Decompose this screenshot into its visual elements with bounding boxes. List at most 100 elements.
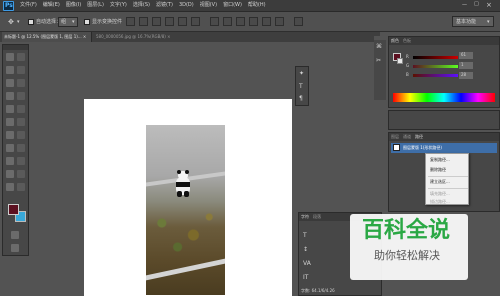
move-tool-icon[interactable]: ✥ <box>8 19 14 26</box>
menu-3d[interactable]: 3D(D) <box>179 3 194 8</box>
tab-channels[interactable]: 通道 <box>403 135 411 139</box>
brush-tool-icon[interactable] <box>17 92 25 100</box>
panel-bg-swatch[interactable] <box>397 58 403 64</box>
chevron-down-icon[interactable]: ▾ <box>17 20 20 25</box>
quick-mask-icon[interactable] <box>11 231 19 239</box>
menu-select[interactable]: 选择(S) <box>133 3 150 8</box>
minimize-button[interactable]: — <box>462 3 467 8</box>
menu-type[interactable]: 文字(Y) <box>110 3 127 8</box>
menu-layer[interactable]: 图层(L) <box>87 3 104 8</box>
tab-color[interactable]: 颜色 <box>391 39 399 43</box>
ps-logo[interactable]: Ps <box>3 1 14 11</box>
tools-icon[interactable]: ✂ <box>376 58 381 64</box>
panda-photo <box>146 125 225 295</box>
tab-character[interactable]: 字符 <box>301 215 309 219</box>
show-transform-checkbox[interactable] <box>84 19 90 25</box>
menu-window[interactable]: 窗口(W) <box>223 3 242 8</box>
gradient-tool-icon[interactable] <box>17 118 25 126</box>
quick-select-tool-icon[interactable] <box>17 66 25 74</box>
menu-make-selection[interactable]: 建立选区... <box>430 180 450 184</box>
input-g[interactable]: 1 <box>459 62 473 69</box>
healing-brush-tool-icon[interactable] <box>6 92 14 100</box>
tab-layers[interactable]: 图层 <box>391 135 399 139</box>
menu-view[interactable]: 视图(V) <box>200 3 217 8</box>
tab-swatches[interactable]: 色板 <box>403 39 411 43</box>
dodge-tool-icon[interactable] <box>17 131 25 139</box>
maximize-button[interactable]: □ <box>474 2 479 7</box>
menu-bar: Ps 文件(F) 编辑(E) 图像(I) 图层(L) 文字(Y) 选择(S) 滤… <box>0 0 500 12</box>
document-tab-inactive[interactable]: 580_0000056.jpg @ 16.7%(RGB/8) × <box>94 32 204 42</box>
leading-icon: ↕ <box>303 246 309 253</box>
tab-paths[interactable]: 路径 <box>415 135 423 139</box>
color-panel: 颜色 色板 R 61 G 1 B 28 <box>388 36 500 108</box>
paragraph-icon[interactable]: ¶ <box>299 96 303 102</box>
auto-select-checkbox[interactable] <box>28 19 34 25</box>
slider-b[interactable] <box>413 74 458 77</box>
menu-edit[interactable]: 编辑(E) <box>43 3 60 8</box>
menu-file[interactable]: 文件(F) <box>20 3 37 8</box>
foreground-color-swatch[interactable] <box>8 204 19 215</box>
menu-stroke-path[interactable]: 描边路径... <box>430 200 450 204</box>
path-select-tool-icon[interactable] <box>6 157 14 165</box>
document-canvas[interactable] <box>84 99 292 296</box>
tab-paragraph[interactable]: 段落 <box>313 215 321 219</box>
distribute-vcenter-button[interactable] <box>223 17 232 26</box>
clone-stamp-tool-icon[interactable] <box>6 105 14 113</box>
auto-select-dropdown[interactable]: 组 ▾ <box>58 17 78 27</box>
menu-image[interactable]: 图像(I) <box>66 3 81 8</box>
menu-filter[interactable]: 滤镜(T) <box>156 3 173 8</box>
close-button[interactable]: × <box>486 2 492 9</box>
align-buttons <box>126 17 336 27</box>
slider-r[interactable] <box>413 56 458 59</box>
distribute-hcenter-button[interactable] <box>262 17 271 26</box>
tools-panel-header[interactable] <box>3 45 28 50</box>
panda-ear-right <box>185 170 189 174</box>
distribute-right-button[interactable] <box>275 17 284 26</box>
align-vcenter-button[interactable] <box>139 17 148 26</box>
crop-tool-icon[interactable] <box>6 79 14 87</box>
eraser-tool-icon[interactable] <box>6 118 14 126</box>
document-tab-active[interactable]: 未标题-1 @ 12.5% (图层蒙版 1, 图层 1)... × <box>2 32 92 42</box>
align-top-button[interactable] <box>126 17 135 26</box>
screen-mode-icon[interactable] <box>11 244 19 252</box>
marquee-tool-icon[interactable] <box>17 53 25 61</box>
input-g-value: 1 <box>461 62 464 67</box>
eyedropper-tool-icon[interactable] <box>17 79 25 87</box>
input-b[interactable]: 28 <box>459 72 473 79</box>
align-bottom-button[interactable] <box>152 17 161 26</box>
distribute-top-button[interactable] <box>210 17 219 26</box>
extra-tool-2-icon[interactable] <box>17 183 25 191</box>
paths-panel-tabs: 图层 通道 路径 <box>389 133 499 141</box>
scale-icon: IT <box>303 274 309 281</box>
shape-tool-icon[interactable] <box>17 157 25 165</box>
history-brush-tool-icon[interactable] <box>17 105 25 113</box>
menu-help[interactable]: 帮助(H) <box>248 3 266 8</box>
input-r[interactable]: 61 <box>459 52 473 59</box>
align-right-button[interactable] <box>191 17 200 26</box>
auto-align-button[interactable] <box>294 17 303 26</box>
star-icon[interactable]: ✦ <box>299 71 304 77</box>
lasso-tool-icon[interactable] <box>6 66 14 74</box>
path-item[interactable]: 图层蒙版 1(形状路径) <box>391 143 497 153</box>
distribute-left-button[interactable] <box>249 17 258 26</box>
history-icon[interactable]: ⌘ <box>376 44 382 50</box>
menu-duplicate-path[interactable]: 复制路径... <box>430 158 450 162</box>
menu-delete-path[interactable]: 删除路径 <box>430 168 446 172</box>
blur-tool-icon[interactable] <box>6 131 14 139</box>
canvas-area[interactable] <box>30 42 292 296</box>
move-tool-icon[interactable] <box>6 53 14 61</box>
spectrum-bar[interactable] <box>393 93 495 102</box>
menu-fill-path[interactable]: 填充路径... <box>430 192 450 196</box>
type-icon[interactable]: T <box>299 84 303 90</box>
pen-tool-icon[interactable] <box>6 144 14 152</box>
zoom-tool-icon[interactable] <box>17 170 25 178</box>
extra-tool-icon[interactable] <box>6 183 14 191</box>
type-tool-icon[interactable] <box>17 144 25 152</box>
hand-tool-icon[interactable] <box>6 170 14 178</box>
slider-g[interactable] <box>413 65 458 68</box>
distribute-bottom-button[interactable] <box>236 17 245 26</box>
align-hcenter-button[interactable] <box>178 17 187 26</box>
workspace-select[interactable]: 基本功能 ▾ <box>452 16 494 27</box>
input-r-value: 61 <box>461 52 467 57</box>
align-left-button[interactable] <box>165 17 174 26</box>
